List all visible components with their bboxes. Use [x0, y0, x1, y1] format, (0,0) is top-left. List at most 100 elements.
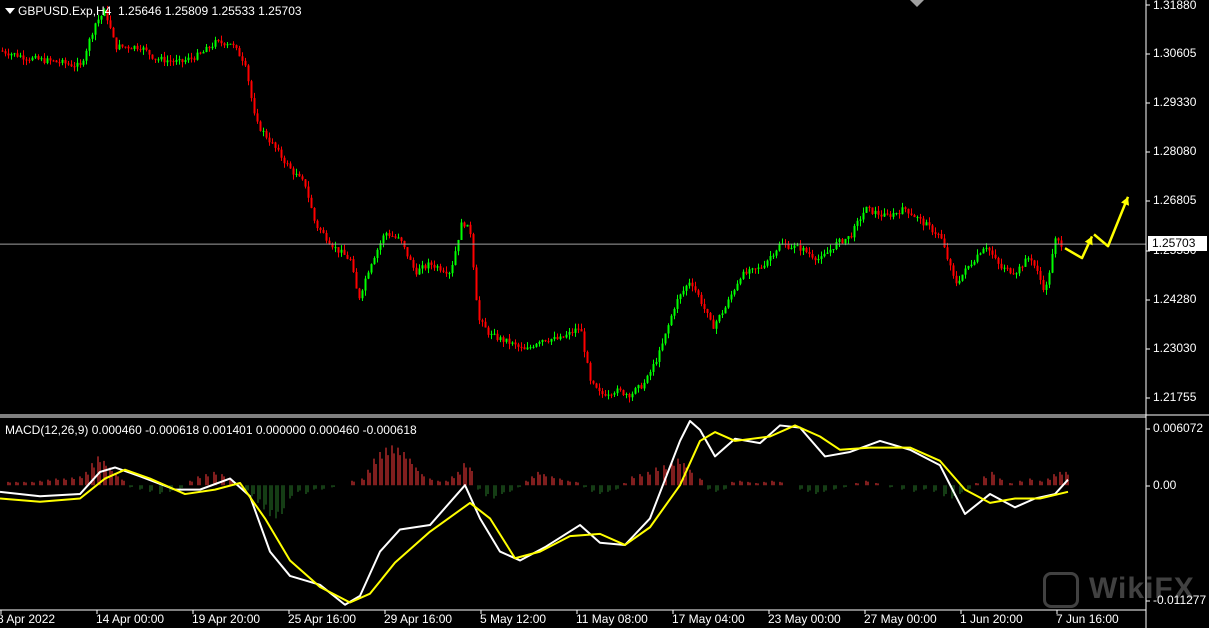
candle-body: [844, 238, 847, 244]
time-axis-label: 1 Jun 20:00: [960, 612, 1023, 626]
candle-body: [415, 267, 418, 275]
candle-body: [169, 60, 172, 62]
candle-body: [757, 267, 760, 269]
candle-body: [199, 52, 202, 54]
candle-body: [505, 338, 508, 342]
candle-body: [286, 163, 289, 165]
candle-body: [688, 282, 691, 286]
candle-body: [304, 179, 307, 187]
candle-body: [766, 260, 769, 266]
candle-body: [898, 213, 901, 215]
candle-body: [574, 328, 577, 333]
time-axis-label: 8 Apr 2022: [0, 612, 56, 626]
caret-down-icon[interactable]: [5, 8, 15, 14]
time-axis-label: 25 Apr 16:00: [288, 612, 357, 626]
candle-body: [130, 48, 133, 50]
candle-body: [940, 233, 943, 239]
candle-body: [922, 218, 925, 226]
candle-body: [493, 333, 496, 335]
candle-body: [154, 58, 157, 60]
candle-body: [340, 249, 343, 253]
candle-body: [814, 257, 817, 261]
shift-marker-icon[interactable]: [910, 0, 924, 7]
candle-body: [217, 40, 220, 42]
chart-canvas[interactable]: [0, 0, 1209, 628]
candle-body: [919, 217, 922, 219]
candle-body: [907, 208, 910, 214]
candle-body: [295, 173, 298, 175]
candle-body: [451, 264, 454, 274]
candle-body: [37, 56, 40, 60]
candle-body: [970, 264, 973, 267]
candle-body: [847, 236, 850, 239]
candle-body: [268, 137, 271, 143]
price-axis-label: 1.29330: [1153, 95, 1197, 109]
candle-body: [283, 157, 286, 164]
candle-body: [409, 256, 412, 260]
candle-body: [508, 338, 511, 344]
candle-body: [541, 340, 544, 342]
candle-body: [886, 213, 889, 215]
candle-body: [445, 271, 448, 274]
candle-body: [988, 247, 991, 251]
candle-body: [391, 236, 394, 238]
candle-body: [139, 49, 142, 51]
candle-body: [349, 258, 352, 260]
candle-body: [592, 380, 595, 384]
candle-body: [910, 213, 913, 216]
candle-body: [724, 307, 727, 314]
candle-body: [676, 299, 679, 309]
chart-background: [0, 0, 1209, 628]
candle-body: [250, 81, 253, 99]
candle-body: [364, 278, 367, 291]
candle-body: [109, 20, 112, 28]
candle-body: [220, 40, 223, 44]
candle-body: [664, 333, 667, 344]
candle-body: [208, 46, 211, 49]
candle-body: [571, 331, 574, 333]
candle-body: [790, 247, 793, 249]
candle-body: [763, 265, 766, 268]
candle-body: [619, 388, 622, 391]
candle-body: [490, 333, 493, 335]
candle-body: [853, 225, 856, 238]
candle-body: [967, 266, 970, 269]
candle-body: [949, 259, 952, 266]
candle-body: [937, 233, 940, 235]
candle-body: [337, 247, 340, 253]
candle-body: [157, 59, 160, 61]
candle-body: [58, 62, 61, 64]
candle-body: [562, 336, 565, 338]
candle-body: [625, 394, 628, 396]
candle-body: [748, 269, 751, 274]
candle-body: [823, 253, 826, 257]
candle-body: [832, 249, 835, 251]
candle-body: [964, 268, 967, 275]
candle-body: [316, 220, 319, 229]
candle-body: [1027, 258, 1030, 260]
candle-body: [880, 214, 883, 217]
candle-body: [772, 255, 775, 257]
price-axis-label: 1.30605: [1153, 46, 1197, 60]
candle-body: [613, 393, 616, 395]
candle-body: [859, 219, 862, 221]
candle-body: [1054, 238, 1057, 254]
candle-body: [259, 121, 262, 131]
candle-body: [277, 147, 280, 150]
candle-body: [928, 222, 931, 226]
candle-body: [976, 254, 979, 262]
candle-body: [1036, 265, 1039, 271]
candle-body: [565, 334, 568, 338]
candle-body: [727, 299, 730, 308]
candle-body: [457, 239, 460, 252]
candle-body: [235, 45, 238, 49]
candle-body: [979, 253, 982, 255]
candle-body: [1042, 279, 1045, 290]
candle-body: [478, 300, 481, 321]
candle-body: [511, 342, 514, 344]
candle-body: [1045, 284, 1048, 290]
candle-body: [706, 308, 709, 313]
candle-body: [1033, 260, 1036, 266]
candle-body: [55, 60, 58, 63]
candle-body: [76, 62, 79, 67]
